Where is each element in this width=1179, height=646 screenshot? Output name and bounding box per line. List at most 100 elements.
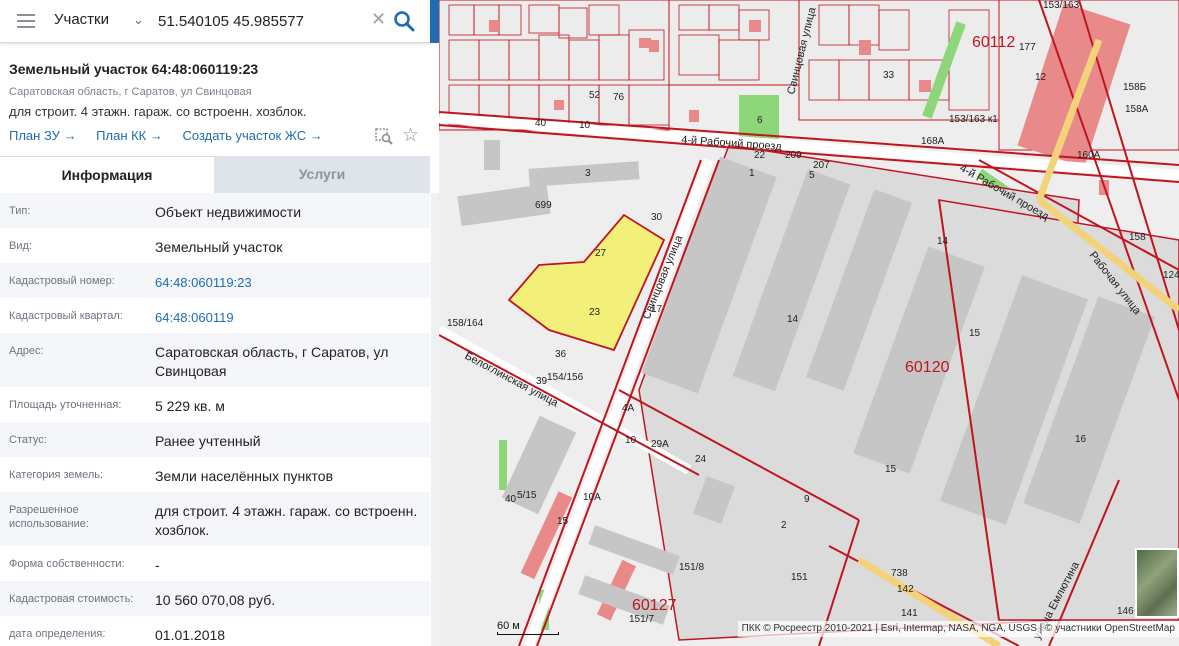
favorite-star-icon[interactable]: ☆ [402, 124, 419, 147]
row-value: Объект недвижимости [155, 204, 302, 220]
selected-parcel[interactable] [507, 213, 666, 352]
panel-scrollbar[interactable] [431, 193, 439, 646]
row-value: 10 560 070,08 руб. [155, 592, 276, 608]
cadastral-quarter-link[interactable]: 64:48:060119 [155, 308, 420, 327]
parcel-label: 10 [579, 120, 591, 131]
search-type-select[interactable]: Участки [54, 11, 109, 28]
parcel-label: 40 [505, 494, 517, 505]
parcel-label: 207 [813, 160, 830, 171]
map-canvas[interactable]: 60112 60120 60127 4-й Рабочий проезд 4-й… [439, 0, 1179, 646]
basemap-switcher[interactable] [1135, 548, 1179, 618]
parcel-label: 141 [901, 608, 918, 619]
parcel-label: 699 [535, 200, 552, 211]
locate-on-map-icon[interactable] [375, 127, 393, 145]
parcel-label: 158Б [1123, 82, 1147, 93]
map-attribution: ПКК © Росреестр 2010-2021 | Esri, Interm… [737, 621, 1179, 637]
row-label: дата определения: [9, 628, 106, 640]
object-title: Земельный участок 64:48:060119:23 [9, 61, 259, 77]
parcel-label: 151 [791, 572, 808, 583]
parcel-label: 24 [695, 454, 707, 465]
search-bar: Участки ⌄ ✕ [0, 0, 430, 43]
row-value: Земельный участок [155, 239, 283, 255]
table-row: Категория земель: Земли населённых пункто… [0, 457, 430, 492]
parcel-label: 4А [622, 403, 635, 414]
table-row: Статус: Ранее учтенный [0, 422, 430, 457]
row-label: Статус: [9, 434, 47, 446]
parcel-label: 9 [804, 494, 810, 505]
menu-icon[interactable] [17, 14, 35, 28]
parcel-label: 33 [883, 70, 895, 81]
parcel-label: 158/164 [447, 318, 484, 329]
parcel-label: 124 [1163, 270, 1179, 281]
parcel-label: 146 [1117, 606, 1134, 617]
chevron-down-icon[interactable]: ⌄ [133, 12, 144, 28]
table-row: Кадастровый квартал: 64:48:060119 [0, 298, 430, 333]
parcel-label: 76 [613, 92, 625, 103]
parcel-label: 2 [781, 520, 787, 531]
row-label: Площадь уточненная: [9, 399, 122, 411]
parcel-label: 52 [589, 90, 601, 101]
parcel-label: 22 [754, 150, 766, 161]
parcel-label: 142 [897, 584, 914, 595]
plan-zu-link[interactable]: План ЗУ → [9, 128, 77, 143]
cadastral-map[interactable]: 60112 60120 60127 4-й Рабочий проезд 4-й… [439, 0, 1179, 646]
plan-kk-link[interactable]: План КК → [96, 128, 163, 143]
parcel-label: 14 [787, 314, 799, 325]
attribute-table: Тип: Объект недвижимости Вид: Земельный уч… [0, 193, 430, 646]
parcel-label: 29А [651, 439, 669, 450]
cadastral-number-link[interactable]: 64:48:060119:23 [155, 273, 420, 292]
parcel-label: 177 [1019, 42, 1036, 53]
table-row: Кадастровая стоимость: 10 560 070,08 руб. [0, 581, 430, 616]
tabs: Информация Услуги [0, 156, 430, 193]
row-value: Земли населённых пунктов [155, 468, 334, 484]
object-purpose: для строит. 4 этажн. гараж. со встроенн.… [9, 104, 307, 119]
parcel-label: 10 [625, 435, 637, 446]
parcel-label: 15 [557, 516, 569, 527]
parcel-label: 1 [749, 168, 755, 179]
row-label: Форма собственности: [9, 558, 125, 570]
row-label: Кадастровая стоимость: [9, 593, 134, 605]
parcel-label: 6 [757, 115, 763, 126]
row-label: Вид: [9, 240, 32, 252]
parcel-label: 738 [891, 568, 908, 579]
tab-info[interactable]: Информация [0, 156, 214, 193]
row-label: Категория земель: [9, 469, 104, 481]
clear-icon[interactable]: ✕ [371, 9, 386, 30]
parcel-label: 15 [885, 464, 897, 475]
table-row: дата определения: 01.01.2018 [0, 616, 430, 646]
scale-bar [497, 632, 559, 635]
parcel-label: 168А [921, 136, 945, 147]
parcel-label: 36 [555, 349, 567, 360]
row-label: Тип: [9, 205, 31, 217]
search-icon[interactable] [393, 10, 415, 32]
row-label: Кадастровый номер: [9, 275, 115, 287]
object-links: План ЗУ → План КК → Создать участок ЖС → [9, 128, 339, 143]
parcel-label: 27 [595, 248, 607, 259]
row-value: - [155, 557, 160, 573]
parcel-label: 153/163 к1 [949, 114, 998, 125]
parcel-label: 39 [536, 376, 548, 387]
row-value: Саратовская область, г Саратов, ул Свинц… [155, 344, 389, 379]
row-value: 01.01.2018 [155, 627, 226, 643]
table-row: Разрешенное использование: для строит. 4 … [0, 492, 430, 546]
parcel-label: 5 [809, 170, 815, 181]
info-panel: Участки ⌄ ✕ ‹ Земельный участок 64:48:06… [0, 0, 439, 646]
parcel-label: 154/156 [547, 372, 584, 383]
search-input[interactable] [158, 9, 363, 33]
object-address: Саратовская область, г Саратов, ул Свинц… [9, 86, 252, 98]
block-60127: 60127 [632, 597, 677, 614]
parcel-label: 12 [1035, 72, 1047, 83]
parcel-label: 40 [535, 118, 547, 129]
parcel-label: 10А [583, 492, 601, 503]
scale-label: 60 м [497, 620, 520, 632]
row-label: Разрешенное использование: [9, 504, 89, 530]
block-60120: 60120 [905, 359, 950, 376]
parcel-label: 151/7 [629, 614, 654, 625]
create-parcel-link[interactable]: Создать участок ЖС → [183, 128, 323, 143]
row-value: 5 229 кв. м [155, 398, 225, 414]
table-row: Тип: Объект недвижимости [0, 193, 430, 228]
collapse-panel-button[interactable]: ‹ [430, 0, 439, 43]
parcel-label: 158 [1129, 232, 1146, 243]
tab-services[interactable]: Услуги [214, 156, 430, 193]
parcel-label: 209 [785, 150, 802, 161]
